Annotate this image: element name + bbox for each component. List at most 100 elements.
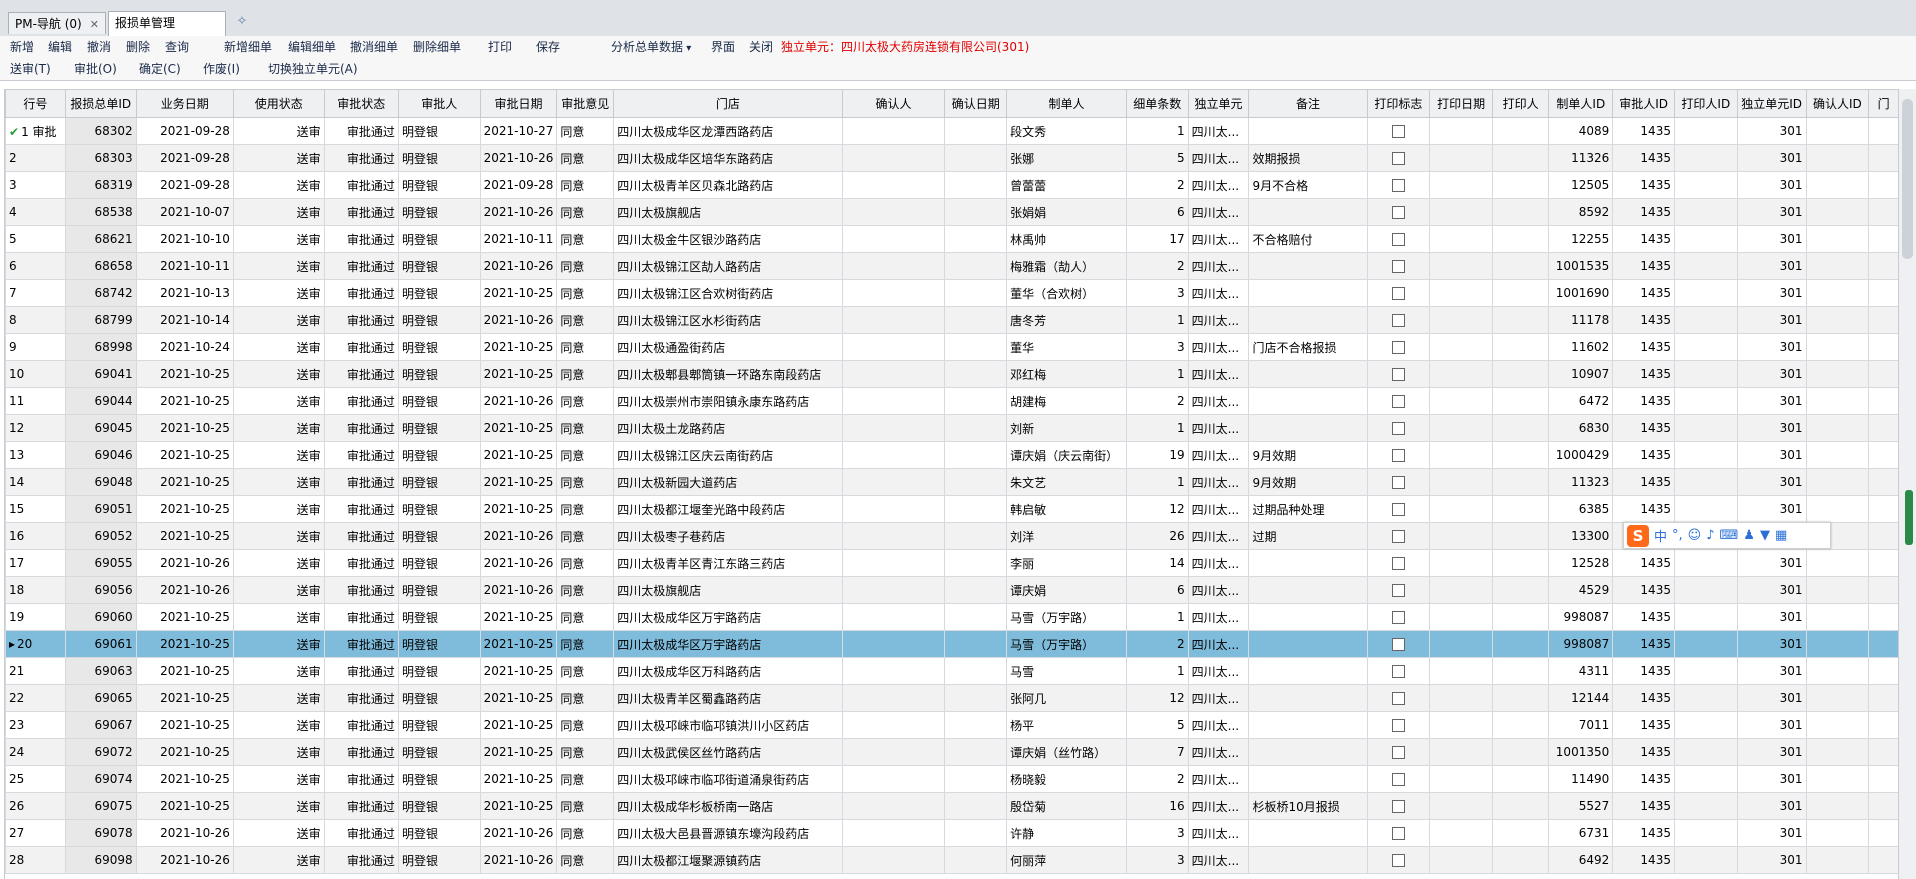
table-cell[interactable] [1805,117,1870,145]
table-cell[interactable]: 审批通过 [323,576,399,604]
table-cell[interactable]: 301 [1736,495,1807,523]
table-cell[interactable]: 四川太... [1187,117,1250,145]
table-cell[interactable]: 2021-10-25 [479,441,558,469]
table-cell[interactable]: 11490 [1548,765,1614,793]
table-cell[interactable] [1491,360,1550,388]
table-cell[interactable]: 同意 [556,117,615,145]
table-row[interactable]: 17 69055 2021-10-26 送审 审批通过 明登银 2021-10-26 同意 四川… [5,549,1899,577]
table-cell[interactable] [1868,117,1899,145]
table-cell[interactable]: 过期 [1248,522,1368,550]
table-cell[interactable]: 马雪 [1006,657,1127,685]
table-cell[interactable]: 301 [1736,144,1807,172]
checkbox[interactable] [1391,152,1405,165]
table-cell[interactable]: 2 [1125,387,1189,415]
table-cell[interactable]: 2021-10-11 [479,225,558,253]
table-cell[interactable] [1429,198,1493,226]
void-button[interactable]: 作废(I) [203,61,240,78]
table-cell[interactable]: 2021-10-25 [479,414,558,442]
table-cell[interactable]: 2021-10-26 [479,522,558,550]
column-header[interactable]: 门店 [613,89,843,118]
table-cell[interactable] [841,144,946,172]
print-flag-checkbox[interactable] [1366,657,1431,685]
ime-mode[interactable]: 中 [1654,526,1667,545]
table-cell[interactable] [1248,846,1368,874]
punctuation-icon[interactable]: °, [1672,528,1683,543]
table-cell[interactable] [1429,684,1493,712]
table-cell[interactable]: 审批通过 [323,846,399,874]
table-cell[interactable]: 2 [1125,765,1189,793]
print-flag-checkbox[interactable] [1366,792,1431,820]
table-cell[interactable]: 四川太极都江堰聚源镇药店 [613,846,843,874]
table-cell[interactable] [944,684,1008,712]
table-cell[interactable]: 同意 [556,657,615,685]
table-cell[interactable] [1429,819,1493,847]
table-cell[interactable]: 301 [1736,306,1807,334]
table-cell[interactable]: 四川太极金牛区银沙路药店 [613,225,843,253]
table-cell[interactable] [1868,306,1899,334]
table-cell[interactable] [1805,414,1870,442]
table-cell[interactable] [1805,495,1870,523]
table-cell[interactable]: 69041 [64,360,137,388]
table-cell[interactable]: 四川太... [1187,387,1250,415]
table-cell[interactable]: 9月效期 [1248,468,1368,496]
table-cell[interactable] [841,603,946,631]
table-cell[interactable]: 998087 [1548,603,1614,631]
table-cell[interactable]: 四川太... [1187,630,1250,658]
table-cell[interactable]: 明登银 [397,684,481,712]
table-cell[interactable]: 2021-10-26 [135,549,234,577]
column-header[interactable]: 审批人ID [1612,89,1675,118]
table-cell[interactable] [841,711,946,739]
table-cell[interactable] [1805,765,1870,793]
delete-button[interactable]: 删除 [126,39,150,56]
table-cell[interactable]: 送审 [232,657,325,685]
print-flag-checkbox[interactable] [1366,765,1431,793]
table-cell[interactable] [1805,711,1870,739]
table-cell[interactable]: 明登银 [397,225,481,253]
table-cell[interactable]: 谭庆娟（丝竹路） [1006,738,1127,766]
table-cell[interactable]: 送审 [232,468,325,496]
column-header[interactable]: 审批意见 [556,89,615,118]
checkbox[interactable] [1391,557,1405,570]
table-cell[interactable]: 2021-10-25 [135,387,234,415]
table-cell[interactable]: 四川太... [1187,765,1250,793]
table-cell[interactable]: 2 [1125,630,1189,658]
table-cell[interactable] [1491,144,1550,172]
table-cell[interactable]: 1435 [1612,819,1675,847]
table-cell[interactable] [1673,387,1738,415]
table-cell[interactable]: 审批通过 [323,792,399,820]
table-cell[interactable]: 四川太... [1187,846,1250,874]
table-cell[interactable] [1868,684,1899,712]
table-cell[interactable]: 5 [1125,144,1189,172]
table-cell[interactable]: 明登银 [397,819,481,847]
table-cell[interactable]: 6385 [1548,495,1614,523]
table-cell[interactable]: 明登银 [397,387,481,415]
table-cell[interactable]: 2021-10-26 [479,144,558,172]
table-cell[interactable]: 11326 [1548,144,1614,172]
table-cell[interactable] [1491,387,1550,415]
table-cell[interactable]: 明登银 [397,333,481,361]
table-cell[interactable] [1491,738,1550,766]
table-cell[interactable]: 胡建梅 [1006,387,1127,415]
table-cell[interactable] [1491,117,1550,145]
table-cell[interactable]: 301 [1736,549,1807,577]
table-cell[interactable] [1805,549,1870,577]
table-cell[interactable]: 审批通过 [323,495,399,523]
column-header[interactable]: 制单人ID [1548,89,1614,118]
table-cell[interactable]: 16 [1125,792,1189,820]
table-cell[interactable]: 送审 [232,441,325,469]
table-cell[interactable] [1491,657,1550,685]
table-row[interactable]: 26 69075 2021-10-25 送审 审批通过 明登银 2021-10-25 同意 四川… [5,792,1899,820]
table-cell[interactable] [1429,576,1493,604]
table-cell[interactable]: 69045 [64,414,137,442]
table-cell[interactable]: 2021-10-25 [135,522,234,550]
table-cell[interactable] [1248,117,1368,145]
table-row[interactable]: 8 68799 2021-10-14 送审 审批通过 明登银 2021-10-26 同意 四川太… [5,306,1899,334]
keyboard-icon[interactable]: ⌨ [1720,528,1739,543]
table-cell[interactable] [1491,225,1550,253]
table-cell[interactable]: 四川太... [1187,144,1250,172]
table-cell[interactable] [1805,468,1870,496]
table-cell[interactable]: 2021-10-25 [135,414,234,442]
table-cell[interactable] [1673,360,1738,388]
table-cell[interactable]: 6472 [1548,387,1614,415]
column-header[interactable]: 打印人ID [1673,89,1738,118]
